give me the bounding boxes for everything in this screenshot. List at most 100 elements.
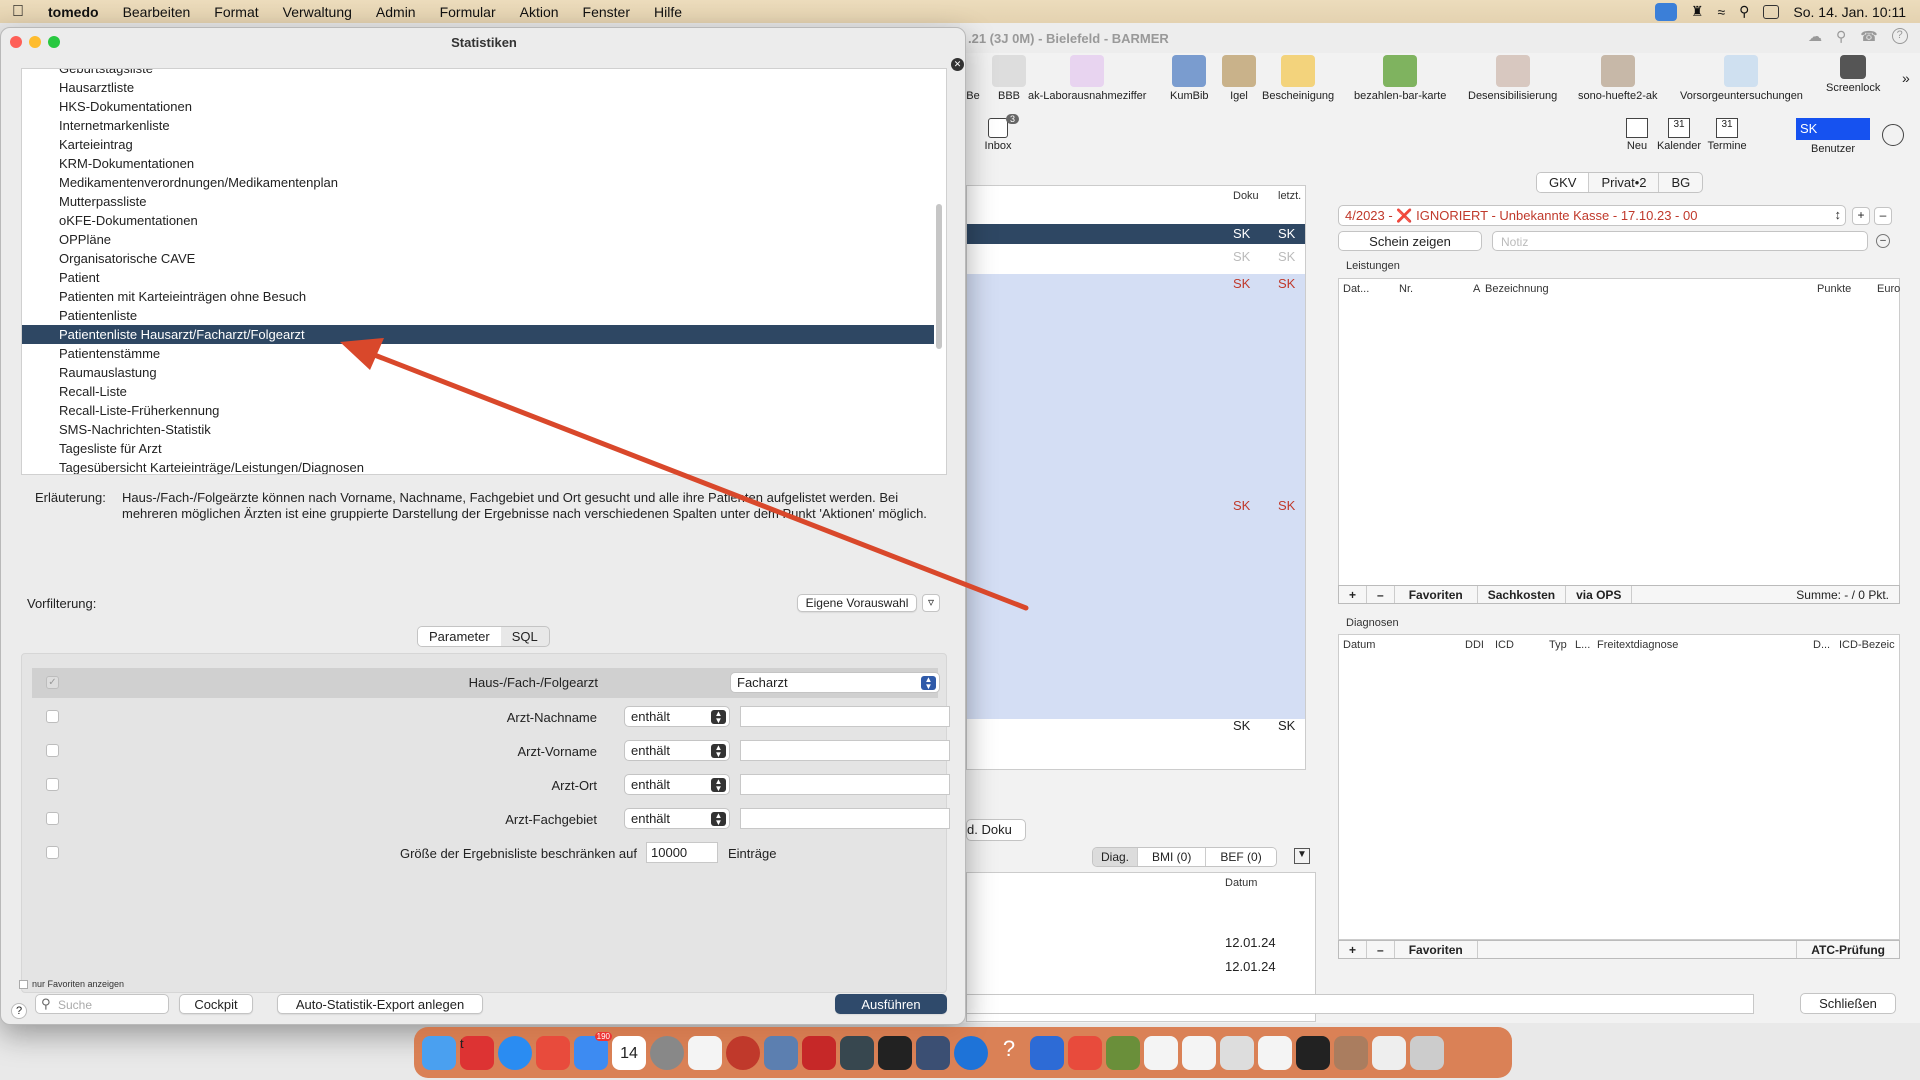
list-item[interactable]: HKS-Dokumentationen xyxy=(22,97,934,116)
help-icon[interactable]: ? xyxy=(992,1036,1026,1070)
list-item[interactable]: Internetmarkenliste xyxy=(22,116,934,135)
col-a[interactable]: A xyxy=(1473,283,1480,295)
menu-hilfe[interactable]: Hilfe xyxy=(642,4,694,20)
add-schein-button[interactable]: + xyxy=(1852,207,1870,225)
tray-icon[interactable] xyxy=(1220,1035,1254,1070)
terminal-icon[interactable] xyxy=(878,1035,912,1070)
operator-select[interactable]: enthält ▲ ▼ xyxy=(624,740,730,761)
search-field[interactable]: ⚲ Suche xyxy=(35,994,169,1014)
ausfuehren-button[interactable]: Ausführen xyxy=(835,994,947,1014)
finder-icon[interactable] xyxy=(422,1035,456,1070)
arzt-ort-input[interactable] xyxy=(740,774,950,795)
list-item[interactable]: KRM-Dokumentationen xyxy=(22,154,934,173)
atc-pruefung-button[interactable]: ATC-Prüfung xyxy=(1796,941,1899,958)
limit-input[interactable]: 10000 xyxy=(646,842,718,863)
window-icon[interactable] xyxy=(764,1035,798,1070)
via-ops-button[interactable]: via OPS xyxy=(1566,586,1633,603)
list-item[interactable]: SMS-Nachrichten-Statistik xyxy=(22,420,934,439)
minus-circle-icon[interactable]: – xyxy=(1876,234,1890,248)
operator-select[interactable]: enthält ▲ ▼ xyxy=(624,774,730,795)
toolbar-bbb[interactable]: BBB xyxy=(992,55,1026,102)
list-scrollbar[interactable] xyxy=(936,204,942,349)
param-checkbox[interactable]: ✓ xyxy=(46,676,59,689)
list-item[interactable]: 12.01.24 xyxy=(1225,959,1276,974)
control-center-icon[interactable] xyxy=(1763,4,1780,19)
document-icon[interactable] xyxy=(688,1035,722,1070)
office-icon[interactable] xyxy=(802,1035,836,1070)
document-icon[interactable] xyxy=(1182,1035,1216,1070)
toolbar-ak-labor[interactable]: ak-Laborausnahmeziffer xyxy=(1028,55,1146,102)
help-button[interactable]: ? xyxy=(11,1003,27,1019)
filter-icon[interactable]: ▿ xyxy=(922,594,940,612)
eigene-vorauswahl-button[interactable]: Eigene Vorauswahl xyxy=(797,594,917,612)
col-icd-bez[interactable]: ICD-Bezeic xyxy=(1839,639,1895,651)
tab-bmi[interactable]: BMI (0) xyxy=(1137,848,1206,866)
remote-icon[interactable] xyxy=(726,1035,760,1070)
operator-select[interactable]: enthält ▲ ▼ xyxy=(624,706,730,727)
printer-icon[interactable] xyxy=(1372,1035,1406,1070)
col-l[interactable]: L... xyxy=(1575,639,1590,651)
col-d[interactable]: D... xyxy=(1813,639,1830,651)
list-item[interactable]: Hausarztliste xyxy=(22,78,934,97)
menu-verwaltung[interactable]: Verwaltung xyxy=(271,4,364,20)
menu-formular[interactable]: Formular xyxy=(428,4,508,20)
menu-app-name[interactable]: tomedo xyxy=(36,4,111,20)
schein-select[interactable]: 4/2023 - ❌ IGNORIERT - Unbekannte Kasse … xyxy=(1338,205,1846,226)
tomedo-icon[interactable]: t xyxy=(460,1035,494,1070)
list-item[interactable]: Recall-Liste xyxy=(22,382,934,401)
arzt-fachgebiet-input[interactable] xyxy=(740,808,950,829)
toolbar-screenlock[interactable]: Screenlock xyxy=(1826,55,1880,94)
tab-parameter[interactable]: Parameter xyxy=(418,627,501,646)
close-window-button[interactable] xyxy=(10,36,22,48)
arzt-vorname-input[interactable] xyxy=(740,740,950,761)
toolbar-be[interactable]: Be xyxy=(966,55,980,102)
arzttyp-select[interactable]: Facharzt ▲ ▼ xyxy=(730,672,940,693)
cloud-icon[interactable]: ☁ xyxy=(1808,28,1822,48)
add-leistung-button[interactable]: + xyxy=(1339,586,1368,603)
list-item[interactable]: OPPläne xyxy=(22,230,934,249)
list-item[interactable]: Geburtstagsliste xyxy=(22,69,934,78)
col-nr[interactable]: Nr. xyxy=(1399,283,1413,295)
close-circle-icon[interactable]: ✕ xyxy=(951,58,964,71)
remove-schein-button[interactable]: – xyxy=(1874,207,1892,225)
robot-icon[interactable]: ♜ xyxy=(1691,3,1704,20)
notiz-field[interactable]: Notiz xyxy=(1492,231,1868,251)
zoom-window-button[interactable] xyxy=(48,36,60,48)
remove-leistung-button[interactable]: – xyxy=(1367,586,1395,603)
settings-icon[interactable] xyxy=(650,1035,684,1070)
list-item[interactable]: Medikamentenverordnungen/Medikamentenpla… xyxy=(22,173,934,192)
toolbar-desensibilisierung[interactable]: Desensibilisierung xyxy=(1468,55,1557,102)
menu-fenster[interactable]: Fenster xyxy=(571,4,642,20)
screen-icon[interactable] xyxy=(916,1035,950,1070)
col-ddi[interactable]: DDI xyxy=(1465,639,1484,651)
col-typ[interactable]: Typ xyxy=(1549,639,1567,651)
inbox-button[interactable]: 3 Inbox xyxy=(980,114,1020,152)
help-icon[interactable]: ? xyxy=(1891,28,1908,44)
calendar-icon[interactable]: 14 xyxy=(612,1035,646,1070)
auto-statistik-export-button[interactable]: Auto-Statistik-Export anlegen xyxy=(277,994,483,1014)
operator-select[interactable]: enthält ▲ ▼ xyxy=(624,808,730,829)
col-datum[interactable]: Datum xyxy=(1343,639,1375,651)
apple-icon[interactable]:  xyxy=(0,3,36,21)
arzt-nachname-input[interactable] xyxy=(740,706,950,727)
list-item[interactable]: Patientenstämme xyxy=(22,344,934,363)
tab-privat[interactable]: Privat•2 xyxy=(1588,173,1658,192)
safari-icon[interactable] xyxy=(498,1035,532,1070)
favoriten-button[interactable]: Favoriten xyxy=(1395,941,1478,958)
nur-favoriten-checkbox[interactable] xyxy=(19,980,28,989)
search-icon[interactable]: ⚲ xyxy=(1739,3,1749,20)
preview-icon[interactable] xyxy=(1334,1035,1368,1070)
toolbar-igel[interactable]: Igel xyxy=(1222,55,1256,102)
cockpit-button[interactable]: Cockpit xyxy=(179,994,253,1014)
favoriten-button[interactable]: Favoriten xyxy=(1395,586,1478,603)
menu-format[interactable]: Format xyxy=(202,4,270,20)
list-item[interactable]: Recall-Liste-Früherkennung xyxy=(22,401,934,420)
tool-icon[interactable] xyxy=(1068,1035,1102,1070)
neu-button[interactable]: Neu xyxy=(1622,118,1652,152)
check-icon[interactable] xyxy=(1030,1035,1064,1070)
pen-icon[interactable] xyxy=(1106,1035,1140,1070)
sachkosten-button[interactable]: Sachkosten xyxy=(1478,586,1567,603)
list-item[interactable]: Tagesliste für Arzt xyxy=(22,439,934,458)
doku-tab[interactable]: d. Doku xyxy=(966,819,1026,841)
toolbar-bezahlen[interactable]: bezahlen-bar-karte xyxy=(1354,55,1446,102)
